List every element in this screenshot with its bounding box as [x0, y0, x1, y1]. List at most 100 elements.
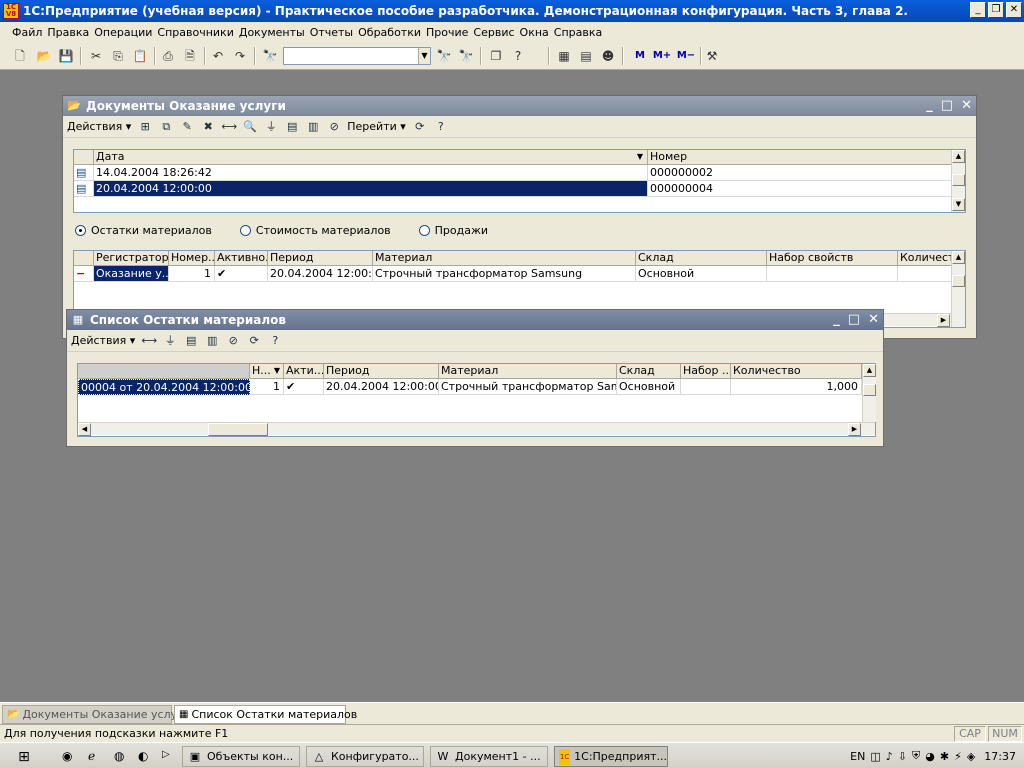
search-combo[interactable]: ▼ — [283, 47, 431, 65]
window-tab-list[interactable]: ▦ Список Остатки материалов — [174, 705, 357, 724]
scroll-right-icon[interactable]: ▶ — [937, 314, 950, 327]
memory-plus-icon[interactable]: M+ — [652, 48, 672, 64]
scroll-up-icon[interactable]: ▲ — [863, 364, 876, 377]
print-icon[interactable]: ⎙ — [160, 48, 176, 64]
scroll-up-icon[interactable]: ▲ — [952, 150, 965, 163]
more-icon[interactable]: ▷ — [162, 749, 170, 760]
grid-header-number[interactable]: Номер — [648, 150, 952, 165]
grid-header-period[interactable]: Период — [324, 364, 439, 379]
explorer-icon[interactable]: ◍ — [114, 749, 124, 763]
scroll-down-icon[interactable]: ▼ — [952, 198, 965, 211]
grid-header-props[interactable]: Набор свойств — [767, 251, 898, 266]
radio-material-cost[interactable]: Стоимость материалов — [239, 224, 391, 237]
menu-other[interactable]: Прочие — [426, 26, 468, 39]
filter-values-icon[interactable]: ▥ — [204, 333, 220, 349]
menu-catalogs[interactable]: Справочники — [157, 26, 233, 39]
menu-edit[interactable]: Правка — [47, 26, 89, 39]
table-cell[interactable] — [767, 266, 898, 282]
add-icon[interactable]: ⊞ — [137, 119, 153, 135]
list-actions-menu[interactable]: Действия ▾ — [71, 334, 135, 347]
chevron-down-icon[interactable]: ▼ — [418, 48, 430, 64]
filter-icon[interactable]: ⏚ — [263, 119, 279, 135]
table-cell[interactable]: 20.04.2004 12:00:00 — [324, 379, 439, 395]
tray-power-icon[interactable]: ⚡ — [954, 750, 962, 763]
grid-header-line[interactable]: Н... ▼ — [250, 364, 284, 379]
scroll-right-icon[interactable]: ▶ — [848, 423, 861, 436]
restore-button[interactable]: ❐ — [988, 2, 1004, 18]
grid-header-material[interactable]: Материал — [439, 364, 617, 379]
find-prev-icon[interactable]: 🔭 — [458, 48, 474, 64]
grid-header-warehouse[interactable]: Склад — [636, 251, 767, 266]
interval-icon[interactable]: ⟷ — [221, 119, 237, 135]
grid-header-active[interactable]: Акти... — [284, 364, 324, 379]
window-tab-documents[interactable]: 📂 Документы Оказание услуги — [2, 705, 190, 724]
grid-header-props[interactable]: Набор ... — [681, 364, 731, 379]
table-cell[interactable]: 000000002 — [648, 165, 952, 181]
grid-header-warehouse[interactable]: Склад — [617, 364, 681, 379]
open-icon[interactable]: 📂 — [36, 48, 52, 64]
find-next-icon[interactable]: 🔭 — [436, 48, 452, 64]
menu-documents[interactable]: Документы — [239, 26, 305, 39]
list-close-button[interactable]: ✕ — [868, 312, 879, 327]
redo-icon[interactable]: ↷ — [232, 48, 248, 64]
table-cell[interactable]: 1,000 — [731, 379, 862, 395]
search-icon[interactable]: 🔍 — [242, 119, 258, 135]
doc-minimize-button[interactable]: _ — [926, 98, 933, 113]
filter-values-icon[interactable]: ▥ — [305, 119, 321, 135]
minimize-button[interactable]: _ — [970, 2, 986, 18]
media-icon[interactable]: ◐ — [138, 749, 148, 763]
documents-vscroll[interactable]: ▲ ▼ — [951, 150, 965, 212]
check-icon[interactable]: ✔ — [215, 266, 268, 282]
filter-off-icon[interactable]: ⊘ — [225, 333, 241, 349]
menu-processing[interactable]: Обработки — [358, 26, 421, 39]
filter-list-icon[interactable]: ▤ — [284, 119, 300, 135]
doc-actions-menu[interactable]: Действия ▾ — [67, 120, 131, 133]
close-button[interactable]: ✕ — [1006, 2, 1022, 18]
menu-reports[interactable]: Отчеты — [310, 26, 353, 39]
help-icon[interactable]: ? — [267, 333, 283, 349]
menu-file[interactable]: Файл — [12, 26, 42, 39]
table-row[interactable]: 20.04.2004 12:00:00 — [94, 181, 648, 197]
radio-sales[interactable]: Продажи — [418, 224, 488, 237]
calculator-icon[interactable]: ▦ — [556, 48, 572, 64]
goto-menu[interactable]: Перейти ▾ — [347, 120, 406, 133]
table-cell[interactable]: Основной — [636, 266, 767, 282]
doc-maximize-button[interactable]: □ — [941, 98, 953, 113]
add-copy-icon[interactable]: ⧉ — [158, 119, 174, 135]
tray-volume-icon[interactable]: ♪ — [886, 750, 893, 763]
grid-header-registrar[interactable] — [78, 364, 250, 379]
windows-icon[interactable]: ❐ — [488, 48, 504, 64]
grid-header-qty[interactable]: Количество — [731, 364, 862, 379]
grid-header-line[interactable]: Номер... — [169, 251, 215, 266]
table-row[interactable]: 14.04.2004 18:26:42 — [94, 165, 648, 181]
cut-icon[interactable]: ✂ — [88, 48, 104, 64]
filter-icon[interactable]: ⏚ — [162, 333, 178, 349]
table-cell[interactable]: Основной — [617, 379, 681, 395]
grid-header-active[interactable]: Активно... — [215, 251, 268, 266]
find-icon[interactable]: 🔭 — [262, 48, 278, 64]
save-icon[interactable]: 💾 — [58, 48, 74, 64]
scroll-thumb[interactable] — [952, 174, 965, 186]
hscroll-thumb[interactable] — [208, 423, 268, 436]
task-objects[interactable]: ▣ Объекты кон... — [182, 746, 300, 767]
menu-help[interactable]: Справка — [554, 26, 602, 39]
new-icon[interactable]: 🗋 — [12, 48, 28, 64]
list-minimize-button[interactable]: _ — [833, 312, 840, 327]
table-cell[interactable]: Оказание у... — [94, 266, 169, 282]
table-cell[interactable] — [898, 266, 952, 282]
scroll-thumb[interactable] — [952, 275, 965, 287]
grid-header-qty[interactable]: Количество — [898, 251, 952, 266]
list-hscroll[interactable]: ◀ ▶ — [78, 422, 875, 436]
table-cell[interactable]: 000000004 — [648, 181, 952, 197]
quick-launch-icon[interactable]: ◉ — [62, 749, 72, 763]
movements-vscroll[interactable]: ▲ — [951, 251, 965, 327]
table-cell[interactable] — [681, 379, 731, 395]
preview-icon[interactable]: 🗎 — [182, 48, 198, 64]
radio-material-balances[interactable]: Остатки материалов — [75, 224, 212, 237]
tray-misc-icon[interactable]: ◈ — [967, 750, 975, 763]
grid-header-registrar[interactable]: Регистратор — [94, 251, 169, 266]
scroll-up-icon[interactable]: ▲ — [952, 251, 965, 264]
delete-mark-icon[interactable]: ✖ — [200, 119, 216, 135]
doc-close-button[interactable]: ✕ — [961, 98, 972, 113]
grid-header-period[interactable]: Период — [268, 251, 373, 266]
